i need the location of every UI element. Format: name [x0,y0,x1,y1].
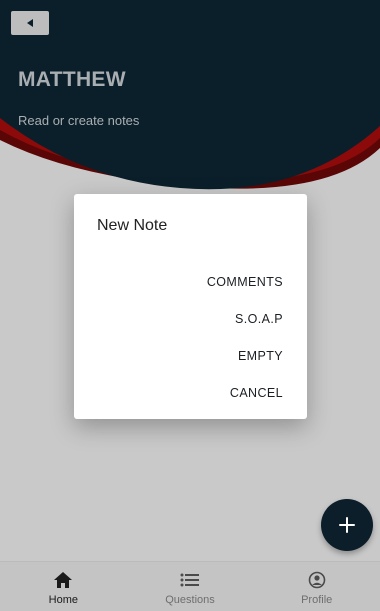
back-arrow-icon [27,19,33,27]
nav-label-profile: Profile [301,594,333,606]
new-note-dialog: New Note COMMENTS S.O.A.P EMPTY CANCEL [74,194,307,419]
nav-item-questions[interactable]: Questions [127,562,254,611]
header: MATTHEW Read or create notes [0,0,380,200]
plus-icon [339,517,355,533]
nav-item-profile[interactable]: Profile [253,562,380,611]
soap-button[interactable]: S.O.A.P [235,312,283,326]
comments-button[interactable]: COMMENTS [207,275,283,289]
empty-button[interactable]: EMPTY [238,349,283,363]
cancel-button[interactable]: CANCEL [230,386,283,400]
header-background [0,0,380,200]
nav-label-home: Home [48,594,78,606]
add-note-button[interactable] [321,499,373,551]
list-icon [180,573,199,587]
back-button[interactable] [11,11,49,35]
dialog-title: New Note [97,217,168,234]
page-title: MATTHEW [18,68,126,91]
nav-item-home[interactable]: Home [0,562,127,611]
nav-label-questions: Questions [165,594,215,606]
page-subtitle: Read or create notes [18,113,140,128]
home-icon [54,572,73,588]
profile-icon [308,571,325,589]
bottom-navigation: Home Questions Profile [0,561,380,611]
